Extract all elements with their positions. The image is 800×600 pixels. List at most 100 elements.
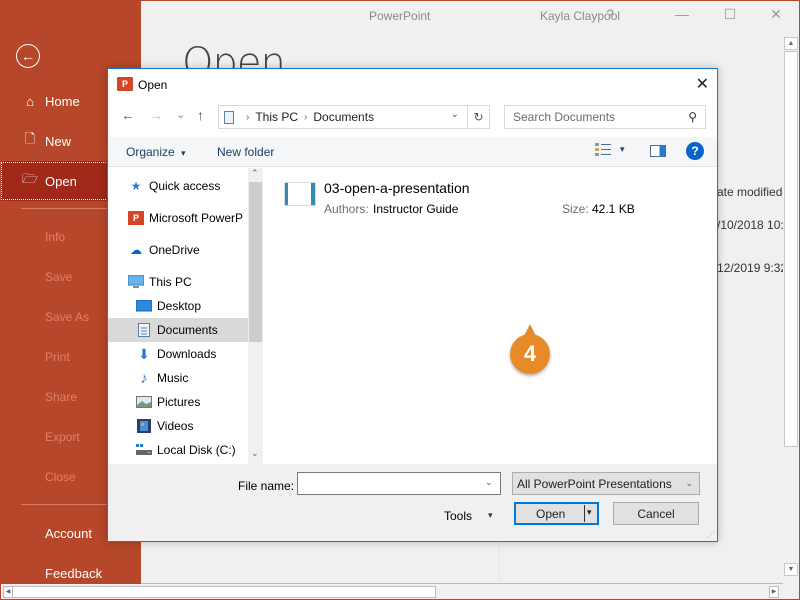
documents-icon — [136, 323, 152, 337]
videos-film-icon — [136, 419, 152, 433]
dialog-title: Open — [138, 78, 168, 92]
nav-pane-item-label: Documents — [157, 323, 218, 337]
scroll-up-icon[interactable]: ▲ — [784, 37, 798, 50]
downloads-arrow-icon: ⬇ — [138, 345, 150, 362]
powerpoint-icon: P — [128, 211, 144, 225]
nav-pane-item-desktop[interactable]: Desktop — [136, 294, 248, 318]
file-list: 03-open-a-presentation Authors: Instruct… — [268, 168, 716, 464]
nav-export[interactable]: Export — [45, 430, 80, 444]
local-disk-icon — [136, 443, 152, 457]
breadcrumb-separator: › — [304, 111, 308, 123]
quick-access-star-icon: ★ — [130, 179, 142, 193]
step-callout-badge: 4 — [510, 334, 550, 374]
nav-pane-item-label: Downloads — [157, 347, 217, 361]
scrollbar-thumb[interactable] — [249, 182, 262, 342]
search-placeholder: Search Documents — [513, 110, 616, 124]
file-name-label: File name: — [238, 479, 295, 493]
open-button[interactable]: Open ▾ — [514, 502, 599, 525]
chevron-down-icon: ▾ — [181, 148, 186, 158]
forward-arrow-icon[interactable]: → — [149, 107, 163, 123]
nav-pane-item-videos[interactable]: Videos — [136, 414, 248, 438]
file-type-select[interactable]: All PowerPoint Presentations ⌄ — [512, 472, 700, 495]
open-options-dropdown-icon[interactable]: ▾ — [587, 507, 592, 518]
size-label: Size: — [562, 202, 589, 216]
dialog-footer: File name: ⌄ All PowerPoint Presentation… — [108, 464, 717, 541]
address-dropdown-icon[interactable]: ⌄ — [451, 109, 459, 120]
scroll-down-icon[interactable]: ▼ — [784, 563, 798, 576]
nav-pane-scrollbar[interactable]: ⌃ ⌄ — [248, 168, 263, 464]
nav-save[interactable]: Save — [45, 270, 72, 284]
minimize-icon[interactable]: — — [672, 6, 692, 22]
address-bar[interactable]: › This PC › Documents ⌄ ↻ — [218, 105, 490, 129]
change-view-icon[interactable] — [595, 143, 611, 160]
vertical-scrollbar[interactable]: ▲ ▼ — [783, 37, 799, 584]
nav-info[interactable]: Info — [45, 230, 65, 244]
search-input[interactable]: Search Documents ⚲ — [504, 105, 706, 129]
scrollbar-thumb[interactable] — [12, 586, 436, 598]
recent-file-date: /10/2018 10:3 — [717, 218, 791, 232]
nav-pane-item-label: Pictures — [157, 395, 201, 409]
refresh-icon[interactable]: ↻ — [467, 106, 489, 128]
resize-grip-icon[interactable]: ⋰ — [707, 530, 715, 539]
nav-pane-item-downloads[interactable]: ⬇ Downloads — [136, 342, 248, 366]
authors-label: Authors: — [324, 202, 369, 216]
help-icon[interactable]: ? — [686, 142, 704, 160]
nav-feedback[interactable]: Feedback — [45, 566, 102, 581]
dialog-close-icon[interactable]: ✕ — [696, 74, 709, 94]
view-options-chevron-icon[interactable]: ▾ — [620, 144, 625, 155]
new-folder-button[interactable]: New folder — [217, 145, 274, 159]
nav-pane-item-music[interactable]: ♪ Music — [136, 366, 248, 390]
up-arrow-icon[interactable]: ↑ — [197, 107, 204, 123]
nav-close[interactable]: Close — [45, 470, 76, 484]
nav-pane-item-onedrive[interactable]: ☁ OneDrive — [128, 238, 268, 262]
nav-pane-item-label: Desktop — [157, 299, 202, 313]
music-note-icon: ♪ — [140, 369, 148, 387]
date-modified-column-header[interactable]: ate modified — [717, 185, 782, 199]
preview-pane-icon[interactable] — [650, 145, 666, 157]
size-value: 42.1 KB — [592, 202, 635, 216]
scroll-up-icon[interactable]: ⌃ — [251, 168, 259, 179]
search-icon[interactable]: ⚲ — [688, 110, 697, 124]
file-type-value: All PowerPoint Presentations — [517, 476, 672, 491]
scrollbar-thumb[interactable] — [784, 51, 798, 447]
nav-pane-item-label: Music — [157, 371, 189, 385]
nav-share[interactable]: Share — [45, 390, 77, 404]
nav-new-label: New — [45, 133, 72, 149]
horizontal-scrollbar[interactable]: ◀ ▶ — [1, 583, 783, 599]
nav-pane-item-local-disk[interactable]: Local Disk (C:) — [136, 438, 248, 462]
nav-pane-item-pictures[interactable]: Pictures — [136, 390, 248, 414]
nav-pane-item-quick-access[interactable]: ★ Quick access — [128, 174, 268, 198]
back-arrow-icon[interactable]: ← — [16, 44, 40, 68]
cancel-button[interactable]: Cancel — [613, 502, 699, 525]
file-item[interactable]: 03-open-a-presentation Authors: Instruct… — [278, 176, 708, 220]
app-title: PowerPoint — [369, 9, 431, 23]
close-window-icon[interactable]: ✕ — [766, 6, 786, 23]
nav-pane-item-microsoft-powerpoint[interactable]: P Microsoft PowerP — [128, 206, 268, 230]
nav-pane-item-this-pc[interactable]: This PC — [128, 270, 268, 294]
new-document-icon: 🗋 — [24, 131, 36, 146]
recent-locations-chevron-icon[interactable]: ⌄ — [176, 108, 185, 121]
documents-icon — [224, 110, 234, 124]
split-divider — [584, 505, 585, 522]
nav-pane-item-label: Local Disk (C:) — [157, 443, 236, 457]
scroll-right-icon[interactable]: ▶ — [769, 586, 779, 598]
nav-pane-item-documents[interactable]: Documents — [108, 318, 248, 342]
scroll-down-icon[interactable]: ⌄ — [251, 448, 259, 459]
back-arrow-icon[interactable]: ← — [121, 107, 135, 123]
this-pc-monitor-icon — [128, 275, 144, 289]
file-name-input[interactable] — [297, 472, 501, 495]
nav-save-as[interactable]: Save As — [45, 310, 89, 324]
tools-button[interactable]: Tools — [444, 509, 472, 523]
breadcrumb-separator: › — [246, 111, 250, 123]
help-icon[interactable]: ? — [600, 6, 620, 22]
powerpoint-app-icon: P — [117, 77, 133, 91]
maximize-icon[interactable]: ☐ — [720, 6, 740, 23]
nav-print[interactable]: Print — [45, 350, 70, 364]
nav-home-label: Home — [45, 93, 80, 109]
tools-dropdown-icon[interactable]: ▾ — [488, 510, 493, 521]
home-icon: ⌂ — [26, 93, 34, 109]
organize-button[interactable]: Organize ▾ — [126, 145, 186, 159]
nav-account[interactable]: Account — [45, 526, 92, 541]
breadcrumb-this-pc[interactable]: This PC — [255, 110, 298, 124]
breadcrumb-documents[interactable]: Documents — [313, 110, 374, 124]
